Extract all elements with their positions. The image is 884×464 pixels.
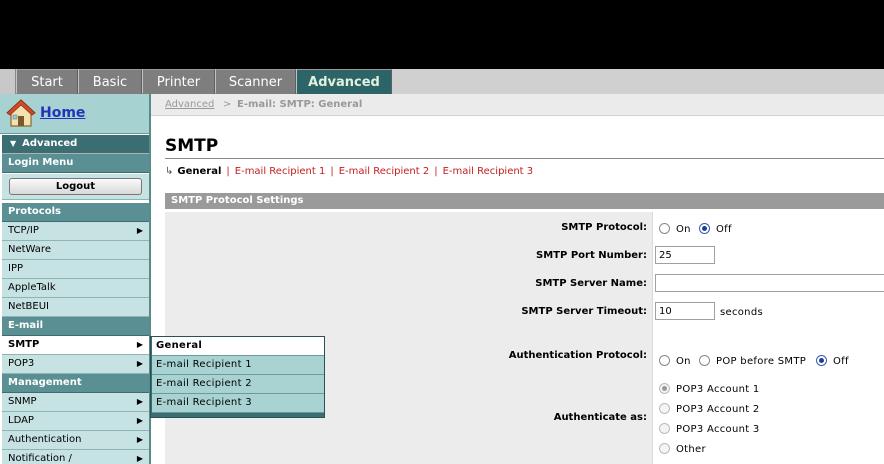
smtp-server-name-input[interactable] <box>655 274 884 292</box>
sidebar-item-ldap[interactable]: LDAP ▶ <box>2 412 149 431</box>
tab-start[interactable]: Start <box>17 69 78 94</box>
breadcrumb-link-advanced[interactable]: Advanced <box>165 99 214 110</box>
tab-basic[interactable]: Basic <box>79 69 142 94</box>
authenticate-as-label: Authenticate as: <box>553 412 647 423</box>
auth-as-pop3-account-3-label: POP3 Account 3 <box>676 424 760 435</box>
auth-protocol-on-radio[interactable] <box>659 355 670 366</box>
breadcrumb-separator: > <box>223 99 232 110</box>
subnav-current: General <box>177 166 222 177</box>
section-header: SMTP Protocol Settings <box>165 193 884 209</box>
triangle-right-icon: ▶ <box>136 359 143 368</box>
title-divider <box>165 158 884 159</box>
sidebar-item-netware[interactable]: NetWare <box>2 241 149 260</box>
sidebar-section-login: Login Menu <box>2 154 149 173</box>
sidebar-advanced-header[interactable]: ▼ Advanced <box>2 135 149 154</box>
auth-as-pop3-account-2-label: POP3 Account 2 <box>676 404 760 415</box>
sidebar-item-snmp[interactable]: SNMP ▶ <box>2 393 149 412</box>
auth-as-pop3-account-1-radio[interactable] <box>659 383 670 394</box>
sidebar-item-label: TCP/IP <box>8 225 39 236</box>
tab-spacer <box>0 69 16 94</box>
smtp-protocol-label: SMTP Protocol: <box>561 222 647 233</box>
auth-protocol-label: Authentication Protocol: <box>508 350 647 361</box>
subnav-separator: | <box>226 166 230 177</box>
subnav-link-recipient-3[interactable]: E-mail Recipient 3 <box>443 166 534 177</box>
triangle-right-icon: ▶ <box>136 397 143 406</box>
triangle-right-icon: ▶ <box>136 435 143 444</box>
triangle-down-icon: ▼ <box>10 139 17 148</box>
page-title: SMTP <box>165 136 219 156</box>
flyout-item-general[interactable]: General <box>152 337 324 356</box>
sidebar-item-label: Authentication <box>8 434 82 445</box>
smtp-port-label: SMTP Port Number: <box>536 250 647 261</box>
auth-as-pop3-account-1-label: POP3 Account 1 <box>676 384 760 395</box>
sidebar-section-email: E-mail <box>2 317 149 336</box>
home-link[interactable]: Home <box>40 105 85 121</box>
sidebar-section-protocols: Protocols <box>2 203 149 222</box>
auth-protocol-off-radio[interactable] <box>816 355 827 366</box>
auth-protocol-pop-before-smtp-label: POP before SMTP <box>716 356 807 367</box>
house-icon[interactable] <box>6 98 36 128</box>
flyout-item-recipient-1[interactable]: E-mail Recipient 1 <box>152 356 324 375</box>
triangle-right-icon: ▶ <box>136 454 143 463</box>
tab-scanner[interactable]: Scanner <box>216 69 296 94</box>
advanced-header-label: Advanced <box>22 138 78 149</box>
tab-advanced[interactable]: Advanced <box>297 69 392 94</box>
triangle-right-icon: ▶ <box>136 226 143 235</box>
sidebar-item-smtp[interactable]: SMTP ▶ <box>2 336 149 355</box>
auth-as-other-label: Other <box>676 444 706 455</box>
top-tab-bar: Start Basic Printer Scanner Advanced <box>0 69 884 94</box>
smtp-timeout-input[interactable] <box>655 302 715 320</box>
smtp-protocol-on-label: On <box>676 224 691 235</box>
corner-arrow-icon: ↳ <box>165 166 174 177</box>
smtp-timeout-label: SMTP Server Timeout: <box>521 306 647 317</box>
smtp-protocol-on-radio[interactable] <box>659 223 670 234</box>
tab-bar-fill <box>392 69 884 94</box>
sidebar-section-management: Management <box>2 374 149 393</box>
sidebar-item-authentication[interactable]: Authentication ▶ <box>2 431 149 450</box>
sidebar-item-ipp[interactable]: IPP <box>2 260 149 279</box>
sidebar-item-tcpip[interactable]: TCP/IP ▶ <box>2 222 149 241</box>
sidebar-item-notification[interactable]: Notification / ▶ <box>2 450 149 464</box>
triangle-right-icon: ▶ <box>136 416 143 425</box>
subnav-link-recipient-1[interactable]: E-mail Recipient 1 <box>235 166 326 177</box>
sidebar-item-label: SMTP <box>8 339 40 350</box>
smtp-protocol-off-label: Off <box>716 224 732 235</box>
subnav-link-recipient-2[interactable]: E-mail Recipient 2 <box>339 166 430 177</box>
triangle-right-icon: ▶ <box>136 340 143 349</box>
flyout-item-recipient-3[interactable]: E-mail Recipient 3 <box>152 394 324 413</box>
flyout-item-recipient-2[interactable]: E-mail Recipient 2 <box>152 375 324 394</box>
sidebar-item-netbeui[interactable]: NetBEUI <box>2 298 149 317</box>
sub-navigation: ↳ General | E-mail Recipient 1 | E-mail Recip… <box>165 166 533 180</box>
auth-protocol-off-label: Off <box>833 356 849 367</box>
auth-protocol-on-label: On <box>676 356 691 367</box>
smtp-protocol-off-radio[interactable] <box>699 223 710 234</box>
sidebar-item-label: LDAP <box>8 415 34 426</box>
sidebar-item-label: POP3 <box>8 358 35 369</box>
home-panel: Home <box>0 94 149 134</box>
auth-protocol-pop-before-smtp-radio[interactable] <box>699 355 710 366</box>
header-banner <box>0 0 884 69</box>
timeout-unit-label: seconds <box>720 307 763 318</box>
sidebar-item-appletalk[interactable]: AppleTalk <box>2 279 149 298</box>
logout-button[interactable]: Logout <box>9 178 142 195</box>
sidebar-item-pop3[interactable]: POP3 ▶ <box>2 355 149 374</box>
smtp-server-name-label: SMTP Server Name: <box>535 278 647 289</box>
subnav-separator: | <box>330 166 334 177</box>
sidebar-item-label: SNMP <box>8 396 37 407</box>
smtp-port-input[interactable] <box>655 246 715 264</box>
auth-as-pop3-account-3-radio[interactable] <box>659 423 670 434</box>
tab-printer[interactable]: Printer <box>143 69 215 94</box>
logout-row: Logout <box>2 174 149 200</box>
sidebar: Home ▼ Advanced Login Menu Logout Protoco… <box>0 94 151 464</box>
breadcrumb: Advanced > E-mail: SMTP: General <box>151 94 884 116</box>
breadcrumb-current: E-mail: SMTP: General <box>237 99 363 110</box>
subnav-separator: | <box>434 166 438 177</box>
smtp-flyout-menu: General E-mail Recipient 1 E-mail Recipi… <box>150 336 325 418</box>
auth-as-pop3-account-2-radio[interactable] <box>659 403 670 414</box>
sidebar-item-label: Notification / <box>8 453 72 464</box>
auth-as-other-radio[interactable] <box>659 443 670 454</box>
